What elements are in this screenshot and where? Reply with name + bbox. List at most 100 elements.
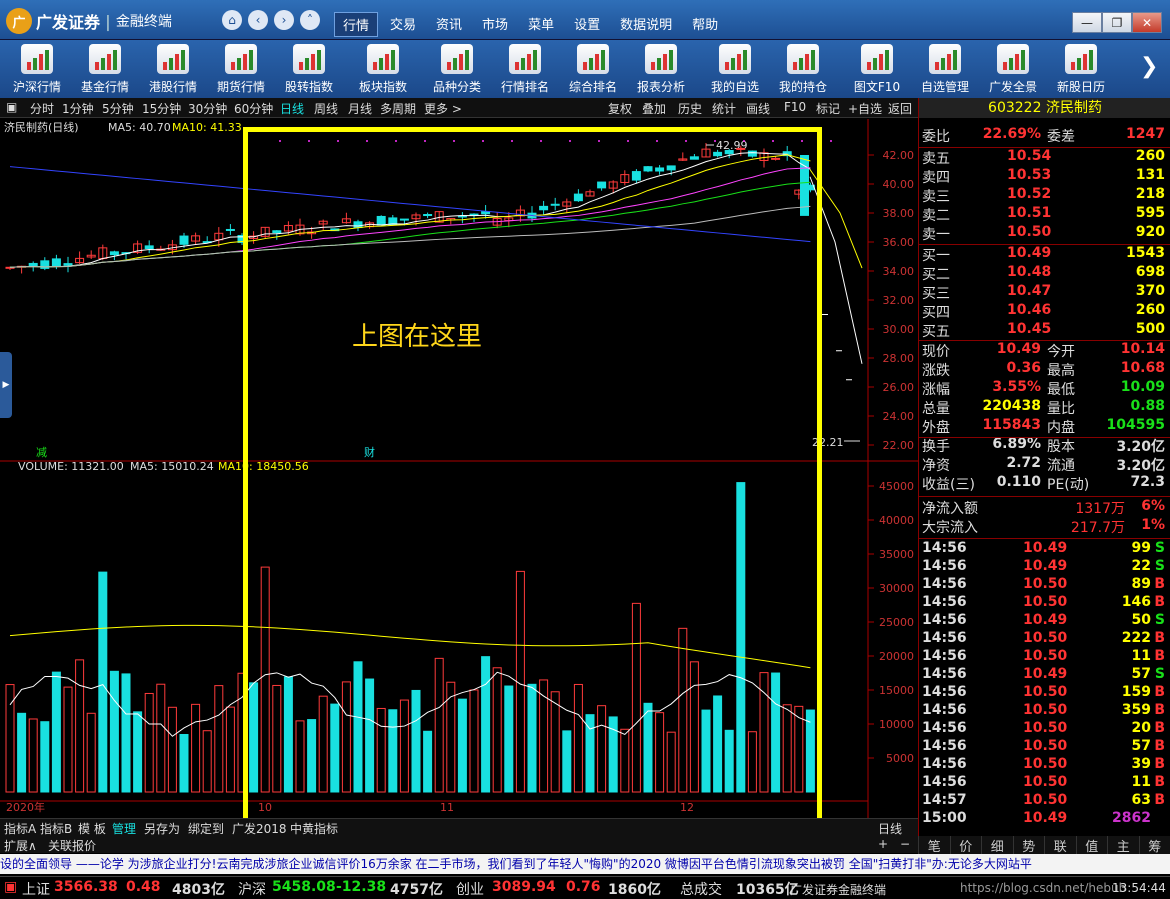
period-2[interactable]: 5分钟 [102, 100, 134, 117]
menu-item-2[interactable]: 资讯 [428, 12, 470, 37]
forward-icon[interactable]: › [274, 10, 294, 30]
menu-item-1[interactable]: 交易 [382, 12, 424, 37]
menu-item-3[interactable]: 市场 [474, 12, 516, 37]
tick-side: S [1155, 612, 1165, 628]
bid-label: 买一 [922, 245, 950, 265]
toolbar-button-12[interactable]: 图文F10 [844, 42, 910, 96]
indicator-tab-6[interactable]: 广发2018 [232, 820, 287, 837]
indicator-tab-3[interactable]: 管理 [112, 820, 136, 837]
period-0[interactable]: 分时 [30, 100, 54, 117]
chart-tool-2[interactable]: 历史 [678, 100, 702, 117]
toolbar-button-6[interactable]: 品种分类 [424, 42, 490, 96]
quote-mode-1[interactable]: 价 [950, 836, 982, 854]
quote-mode-3[interactable]: 势 [1013, 836, 1045, 854]
chart-tool-6[interactable]: 标记 [816, 100, 840, 117]
toolbar-button-13[interactable]: 自选管理 [912, 42, 978, 96]
period-10[interactable]: 更多 > [424, 100, 462, 117]
toolbar-button-8[interactable]: 综合排名 [560, 42, 626, 96]
toolbar-label: 沪深行情 [13, 78, 61, 95]
tick-price: 10.49 [1023, 810, 1067, 826]
menu-item-5[interactable]: 设置 [566, 12, 608, 37]
event-marker[interactable]: 减 [36, 446, 47, 459]
indicator-tab-1[interactable]: 指标B [40, 820, 72, 837]
tick-volume: 39 [1132, 756, 1151, 772]
minimize-icon[interactable]: — [1072, 12, 1102, 33]
sub-tab-1[interactable]: 关联报价 [48, 837, 96, 854]
sub-tab-0[interactable]: 扩展∧ [4, 837, 37, 854]
period-6[interactable]: 日线 [280, 100, 304, 117]
volume-tick: 45000 [879, 480, 914, 493]
tick-volume: 99 [1132, 540, 1151, 556]
price-tick: 26.00 [883, 381, 915, 394]
stat-row: 涨跌0.36最高10.68 [919, 360, 1169, 379]
menu-item-4[interactable]: 菜单 [520, 12, 562, 37]
chart-tool-8[interactable]: 返回 [888, 100, 912, 117]
volume-tick: 5000 [886, 752, 914, 765]
quote-mode-4[interactable]: 联 [1044, 836, 1076, 854]
toolbar-button-4[interactable]: 股转指数 [276, 42, 342, 96]
toolbar-chart-icon [21, 44, 53, 74]
menu-item-7[interactable]: 帮助 [684, 12, 726, 37]
toolbar-button-14[interactable]: 广发全景 [980, 42, 1046, 96]
menu-item-0[interactable]: 行情 [334, 12, 378, 37]
quote-mode-7[interactable]: 筹 [1139, 836, 1170, 854]
bid-row: 买四10.46260 [919, 302, 1169, 321]
expand-left-icon[interactable]: ▶ [0, 352, 12, 418]
chart-tool-7[interactable]: +自选 [848, 100, 882, 117]
period-1[interactable]: 1分钟 [62, 100, 94, 117]
indicator-tab-4[interactable]: 另存为 [144, 820, 180, 837]
period-9[interactable]: 多周期 [380, 100, 416, 117]
toolbar-button-10[interactable]: 我的自选 [702, 42, 768, 96]
collapse-icon[interactable]: ˄ [300, 10, 320, 30]
chart-tool-4[interactable]: 画线 [746, 100, 770, 117]
indicator-tab-7[interactable]: 中黄指标 [290, 820, 338, 837]
indicator-tab-0[interactable]: 指标A [4, 820, 36, 837]
toolbar-button-3[interactable]: 期货行情 [208, 42, 274, 96]
chart-tool-1[interactable]: 叠加 [642, 100, 666, 117]
chart-tool-5[interactable]: F10 [784, 100, 806, 114]
toolbar-button-1[interactable]: 基金行情 [72, 42, 138, 96]
restore-icon[interactable]: ❐ [1102, 12, 1132, 33]
zoom-out-icon[interactable]: − [900, 837, 910, 851]
volume-tick: 40000 [879, 514, 914, 527]
quote-mode-2[interactable]: 细 [981, 836, 1013, 854]
stat-value: 2.72 [1006, 455, 1041, 471]
toolbar-button-2[interactable]: 港股行情 [140, 42, 206, 96]
product-name: 金融终端 [116, 11, 172, 31]
toolbar-button-5[interactable]: 板块指数 [350, 42, 416, 96]
stat-label-2: 最高 [1047, 360, 1075, 380]
indicator-tab-5[interactable]: 绑定到 [188, 820, 224, 837]
period-5[interactable]: 60分钟 [234, 100, 273, 117]
cy-amount: 1860亿 [608, 879, 661, 899]
toolbar-label: 行情排名 [501, 78, 549, 95]
quote-mode-6[interactable]: 主 [1107, 836, 1139, 854]
back-icon[interactable]: ‹ [248, 10, 268, 30]
chart-tool-0[interactable]: 复权 [608, 100, 632, 117]
tick-row: 14:5610.4999S [919, 540, 1169, 559]
quote-mode-0[interactable]: 笔 [918, 836, 950, 854]
toolbar-button-0[interactable]: 沪深行情 [4, 42, 70, 96]
zoom-in-icon[interactable]: + [878, 837, 888, 851]
toolbar-button-9[interactable]: 报表分析 [628, 42, 694, 96]
indicator-tab-2[interactable]: 模 板 [78, 820, 106, 837]
toolbar-label: 品种分类 [433, 78, 481, 95]
home-icon[interactable]: ⌂ [222, 10, 242, 30]
ask-volume: 218 [1136, 186, 1165, 202]
period-3[interactable]: 15分钟 [142, 100, 181, 117]
period-8[interactable]: 月线 [348, 100, 372, 117]
chart-tool-3[interactable]: 统计 [712, 100, 736, 117]
tick-side: B [1154, 756, 1165, 772]
period-7[interactable]: 周线 [314, 100, 338, 117]
quote-mode-5[interactable]: 值 [1076, 836, 1108, 854]
ask-row: 卖四10.53131 [919, 167, 1169, 186]
period-4[interactable]: 30分钟 [188, 100, 227, 117]
menu-item-6[interactable]: 数据说明 [612, 12, 680, 37]
close-icon[interactable]: ✕ [1132, 12, 1162, 33]
news-ticker[interactable]: 设的全面领导 ——论学 为涉旅企业打分!云南完成涉旅企业诚信评价16万余家 在二… [0, 854, 1170, 874]
toolbar-button-7[interactable]: 行情排名 [492, 42, 558, 96]
panel-toggle-icon[interactable]: ▣ [6, 100, 17, 114]
toolbar-button-11[interactable]: 我的持仓 [770, 42, 836, 96]
cy-label: 创业 [456, 879, 484, 899]
toolbar-button-15[interactable]: 新股日历 [1048, 42, 1114, 96]
toolbar-next-icon[interactable]: ❯ [1140, 54, 1158, 79]
